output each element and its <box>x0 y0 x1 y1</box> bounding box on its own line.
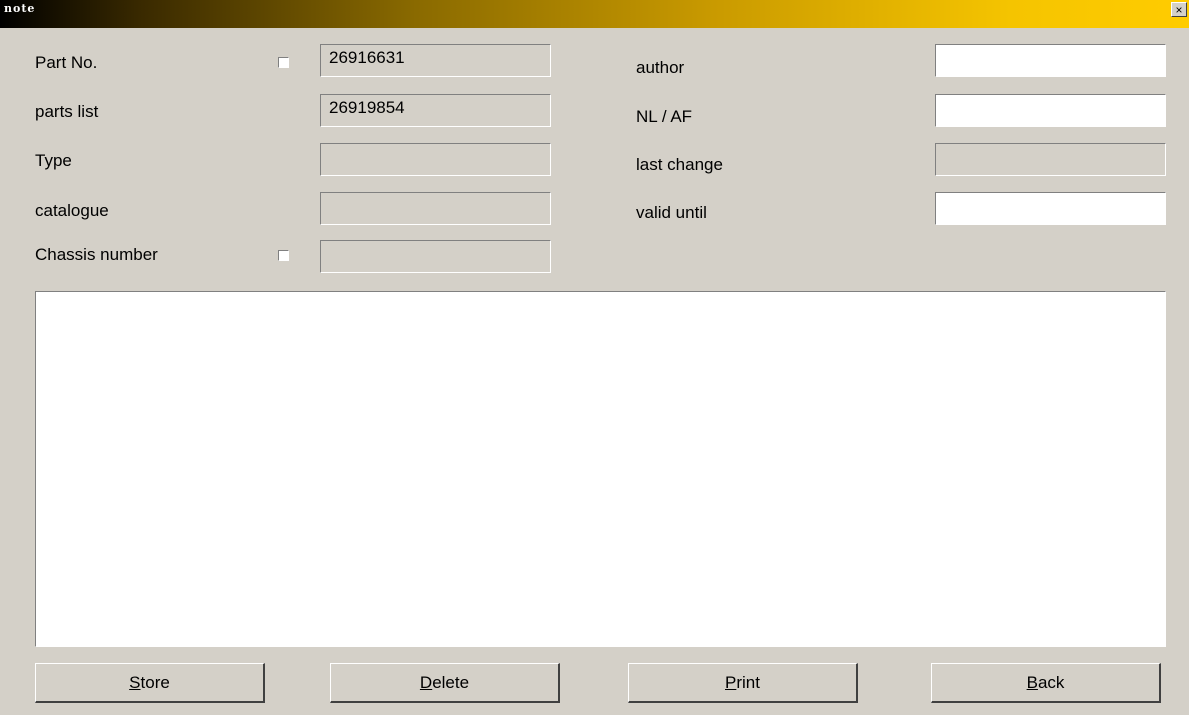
parts-list-field[interactable]: 26919854 <box>320 94 551 127</box>
close-icon: × <box>1175 3 1183 17</box>
title-bar: note × <box>0 0 1189 28</box>
delete-button-label: elete <box>432 673 470 692</box>
chassis-number-label: Chassis number <box>35 245 158 264</box>
type-field[interactable] <box>320 143 551 176</box>
delete-button[interactable]: Delete <box>330 663 560 703</box>
back-button-label: ack <box>1037 673 1065 692</box>
back-button-mnemonic: B <box>1026 673 1038 692</box>
valid-until-label: valid until <box>636 203 707 222</box>
chassis-number-field[interactable] <box>320 240 551 273</box>
store-button-label: tore <box>140 673 170 692</box>
delete-button-mnemonic: D <box>419 673 433 692</box>
part-no-label: Part No. <box>35 53 98 72</box>
close-button[interactable]: × <box>1171 2 1187 17</box>
part-no-field[interactable]: 26916631 <box>320 44 551 77</box>
store-button[interactable]: Store <box>35 663 265 703</box>
window-title: note <box>4 2 36 15</box>
parts-list-label: parts list <box>35 102 99 121</box>
last-change-label: last change <box>636 155 723 174</box>
print-button-label: rint <box>736 673 760 692</box>
back-button[interactable]: Back <box>931 663 1161 703</box>
part-no-checkbox[interactable] <box>278 57 289 68</box>
author-field[interactable] <box>935 44 1166 77</box>
chassis-number-checkbox[interactable] <box>278 250 289 261</box>
type-label: Type <box>35 151 72 170</box>
author-label: author <box>636 58 685 77</box>
note-textarea[interactable] <box>35 291 1166 647</box>
catalogue-field[interactable] <box>320 192 551 225</box>
nl-af-label: NL / AF <box>636 107 693 126</box>
store-button-mnemonic: S <box>129 673 141 692</box>
print-button[interactable]: Print <box>628 663 858 703</box>
last-change-field <box>935 143 1166 176</box>
valid-until-field[interactable] <box>935 192 1166 225</box>
nl-af-field[interactable] <box>935 94 1166 127</box>
print-button-mnemonic: P <box>725 673 737 692</box>
catalogue-label: catalogue <box>35 201 109 220</box>
